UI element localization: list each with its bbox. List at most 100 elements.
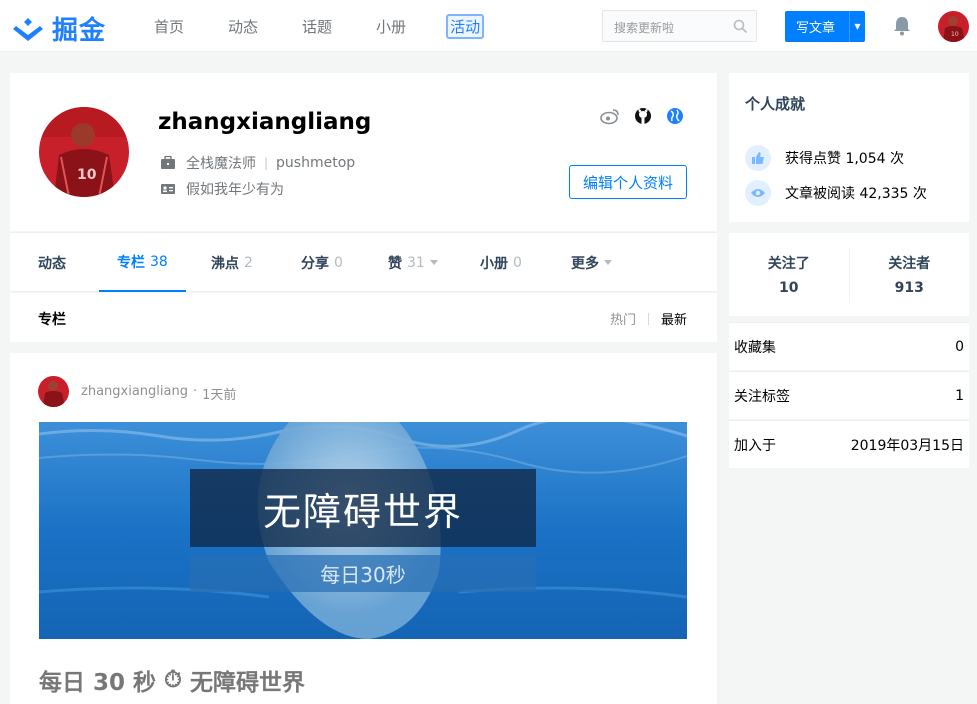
collections-row[interactable]: 收藏集 0: [729, 322, 969, 370]
nav-activity-feed[interactable]: 动态: [224, 14, 262, 39]
tab-likes[interactable]: 赞 31: [388, 233, 438, 292]
divider: |: [264, 156, 269, 170]
achievements-card: 个人成就 获得点赞 1,054 次 文章被阅读 42,335 次: [729, 73, 969, 222]
author-name[interactable]: zhangxiangliang: [81, 384, 188, 403]
chevron-down-icon[interactable]: ▼: [850, 22, 865, 31]
job-title: 全栈魔法师: [186, 156, 256, 172]
article-entry[interactable]: zhangxiangliang · 1天前 无障碍世界 每日30秒 每日 30 …: [10, 353, 717, 704]
info-value: 0: [955, 338, 964, 355]
eye-icon: [745, 180, 771, 206]
info-value: 1: [955, 387, 964, 404]
achievements-title: 个人成就: [745, 95, 806, 113]
juejin-logo[interactable]: 掘金: [10, 10, 106, 47]
svg-text:10: 10: [951, 31, 959, 38]
info-label: 加入于: [734, 437, 776, 454]
tab-count: 2: [244, 254, 253, 271]
article-title[interactable]: 每日 30 秒 ⏱ 无障碍世界: [39, 663, 305, 697]
job-info: 全栈魔法师 | pushmetop: [160, 153, 355, 173]
username: zhangxiangliang: [158, 109, 372, 135]
entry-meta: zhangxiangliang · 1天前: [81, 384, 236, 403]
reads-text: 文章被阅读 42,335 次: [785, 186, 927, 202]
github-icon[interactable]: [634, 107, 652, 125]
meta-dot: ·: [192, 384, 198, 399]
tab-label: 沸点: [211, 255, 239, 272]
nav-booklets[interactable]: 小册: [372, 14, 410, 39]
followers-label: 关注者: [888, 256, 931, 272]
edit-profile-button[interactable]: 编辑个人资料: [569, 165, 687, 199]
tab-pins[interactable]: 沸点 2: [211, 233, 253, 292]
joined-date-row: 加入于 2019年03月15日: [729, 420, 969, 468]
reads-stat: 文章被阅读 42,335 次: [745, 180, 927, 206]
tab-label: 更多: [571, 255, 599, 272]
likes-stat: 获得点赞 1,054 次: [745, 145, 904, 171]
cover-title: 无障碍世界: [190, 469, 536, 547]
tab-count: 0: [334, 254, 343, 271]
tab-shares[interactable]: 分享 0: [301, 233, 343, 292]
search-input[interactable]: 搜索更新啦: [602, 10, 757, 42]
tab-label: 动态: [38, 255, 66, 272]
bell-icon[interactable]: [893, 16, 911, 36]
info-label: 收藏集: [734, 339, 776, 356]
id-card-icon: [161, 184, 175, 194]
main-nav: 首页 动态 话题 小册 活动: [150, 0, 520, 52]
user-avatar-image: 10: [39, 107, 129, 197]
juejin-logo-icon: [13, 17, 43, 41]
likes-text: 获得点赞 1,054 次: [785, 151, 904, 167]
followed-tags-row[interactable]: 关注标签 1: [729, 371, 969, 419]
avatar[interactable]: [38, 376, 69, 407]
intro-text: 假如我年少有为: [186, 182, 284, 198]
top-navbar: 掘金 首页 动态 话题 小册 活动 搜索更新啦 写文章 ▼ 10: [0, 0, 977, 52]
tab-activities[interactable]: 动态: [38, 233, 66, 292]
tab-count: 31: [407, 254, 425, 271]
globe-icon[interactable]: [666, 107, 684, 125]
sort-options: 热门 最新: [610, 309, 687, 328]
tab-label: 分享: [301, 255, 329, 272]
avatar[interactable]: 10: [938, 11, 969, 42]
sort-hot-link[interactable]: 热门: [610, 309, 636, 328]
write-article-button[interactable]: 写文章 ▼: [785, 11, 865, 42]
svg-text:10: 10: [77, 167, 97, 183]
nav-home[interactable]: 首页: [150, 14, 188, 39]
weibo-icon[interactable]: [600, 107, 620, 125]
article-cover-image[interactable]: 无障碍世界 每日30秒: [39, 422, 687, 639]
post-time: 1天前: [202, 388, 237, 403]
info-value: 2019年03月15日: [850, 437, 964, 454]
stopwatch-icon: ⏱: [164, 667, 182, 693]
tab-label: 小册: [480, 255, 508, 272]
followers-count: 913: [894, 280, 924, 296]
cover-subtitle: 每日30秒: [190, 555, 536, 592]
info-label: 关注标签: [734, 388, 790, 405]
chevron-down-icon: [429, 260, 438, 265]
nav-events[interactable]: 活动: [446, 13, 485, 39]
user-avatar-image: 10: [938, 11, 969, 42]
article-title-suffix: 无障碍世界: [189, 670, 305, 696]
search-placeholder: 搜索更新啦: [614, 21, 675, 35]
tab-label: 赞: [388, 255, 402, 272]
follow-stats-card: 关注了 10 关注者 913: [729, 233, 969, 316]
article-title-prefix: 每日 30 秒: [39, 670, 157, 696]
following-block[interactable]: 关注了 10: [729, 233, 849, 316]
tab-label: 专栏: [117, 254, 145, 271]
nav-topics[interactable]: 话题: [298, 14, 336, 39]
write-article-label: 写文章: [796, 21, 836, 36]
chevron-down-icon: [604, 260, 612, 265]
following-count: 10: [779, 280, 799, 296]
divider: [647, 312, 649, 325]
tab-count: 38: [150, 253, 168, 270]
following-label: 关注了: [767, 256, 810, 272]
section-title: 专栏: [38, 312, 66, 328]
self-intro: 假如我年少有为: [160, 179, 284, 199]
profile-card: 10 zhangxiangliang 全栈魔法师 | pushmetop 假如我…: [10, 73, 717, 231]
search-icon[interactable]: [733, 19, 748, 34]
sort-new-link[interactable]: 最新: [661, 309, 687, 328]
avatar: 10: [39, 107, 129, 197]
tab-column[interactable]: 专栏 38: [99, 233, 186, 292]
tab-booklets[interactable]: 小册 0: [480, 233, 522, 292]
tab-more[interactable]: 更多: [571, 233, 612, 292]
briefcase-icon: [161, 156, 175, 169]
brand-name: 掘金: [52, 16, 107, 46]
profile-tabs: 动态 专栏 38 沸点 2 分享 0 赞 31 小册 0 更多: [10, 232, 717, 292]
followers-block[interactable]: 关注者 913: [850, 233, 970, 316]
tab-count: 0: [513, 254, 522, 271]
column-list-header: 专栏 热门 最新: [10, 293, 717, 343]
